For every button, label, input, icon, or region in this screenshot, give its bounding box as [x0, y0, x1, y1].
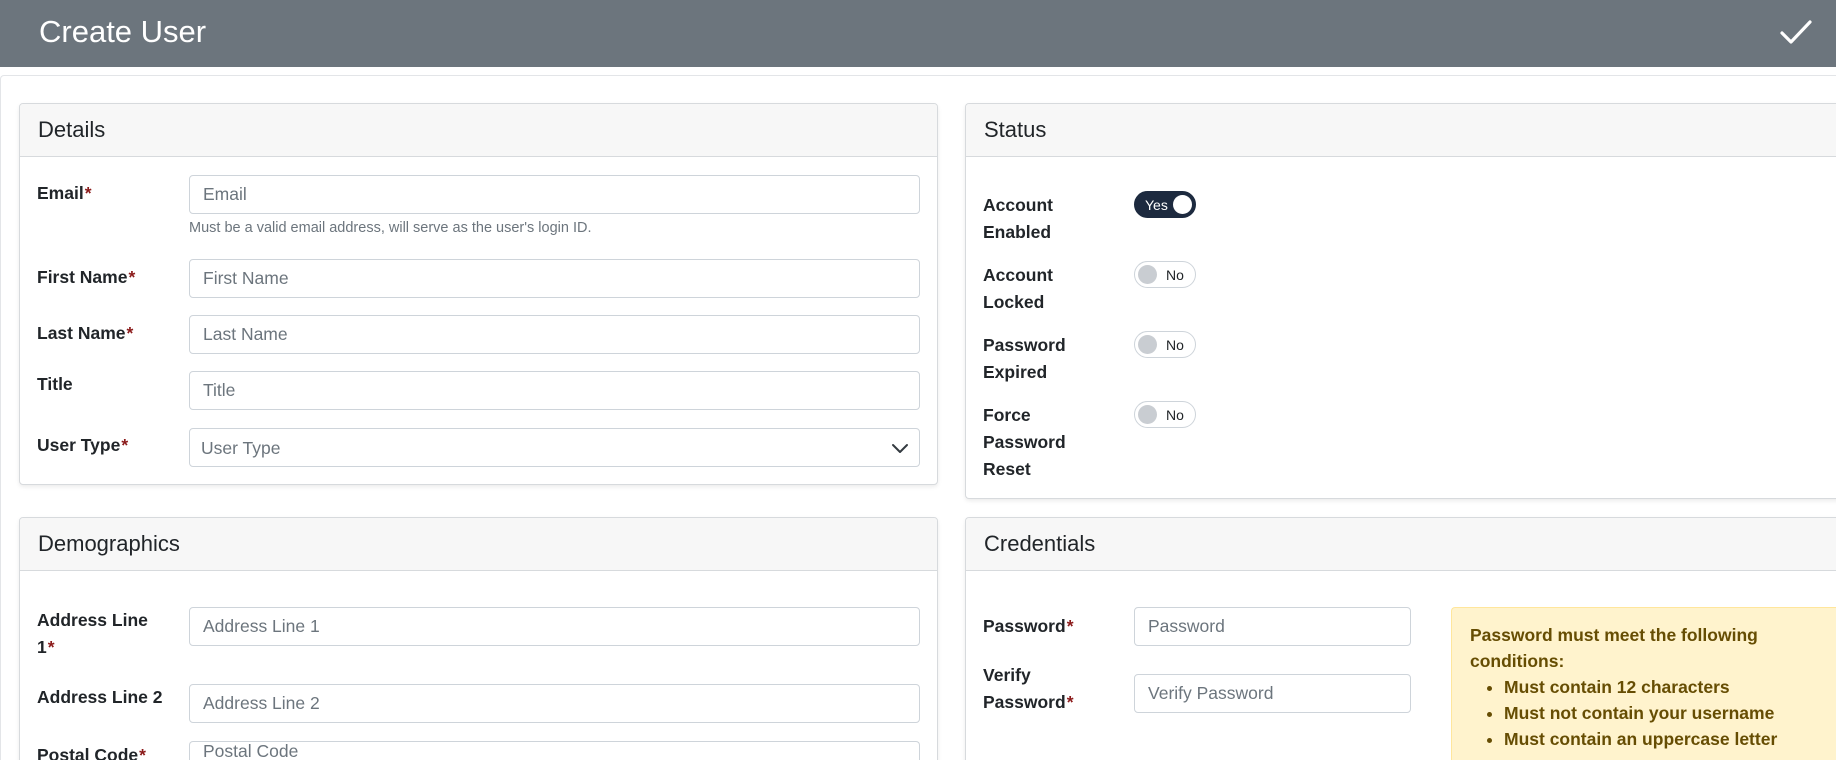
required-marker: *	[128, 267, 136, 287]
first-name-label-text: First Name	[37, 267, 128, 287]
user-type-label: User Type*	[37, 432, 128, 459]
last-name-label-text: Last Name	[37, 323, 126, 343]
required-marker: *	[47, 637, 55, 657]
postal-code-label-text: Postal Code	[37, 745, 139, 760]
postal-code-label: Postal Code*	[37, 742, 146, 760]
details-card-title: Details	[20, 104, 937, 157]
list-item: Must contain 12 characters	[1504, 674, 1828, 700]
page-title: Create User	[39, 14, 207, 49]
first-name-label: First Name*	[37, 264, 135, 291]
account-enabled-label-line1: Account	[983, 195, 1053, 215]
address-line-2-field[interactable]	[189, 684, 920, 723]
password-requirements-heading: Password must meet the following conditi…	[1470, 625, 1758, 671]
account-locked-label-line1: Account	[983, 265, 1053, 285]
address-line-1-field[interactable]	[189, 607, 920, 646]
verify-password-label-line1: Verify	[983, 665, 1031, 685]
toggle-knob	[1173, 195, 1192, 214]
required-marker: *	[121, 435, 129, 455]
password-requirements-list: Must contain 12 characters Must not cont…	[1504, 674, 1828, 752]
email-field[interactable]	[189, 175, 920, 214]
account-enabled-label-line2: Enabled	[983, 222, 1052, 242]
force-password-reset-toggle[interactable]: No	[1134, 401, 1196, 428]
page-header: Create User	[0, 0, 1836, 67]
verify-password-label-line2: Password	[983, 692, 1066, 712]
toggle-state-text: No	[1166, 337, 1184, 353]
first-name-field[interactable]	[189, 259, 920, 298]
password-field[interactable]	[1134, 607, 1411, 646]
status-card-title: Status	[966, 104, 1836, 157]
user-type-label-text: User Type	[37, 435, 121, 455]
account-enabled-toggle[interactable]: Yes	[1134, 191, 1196, 218]
save-button[interactable]	[1778, 14, 1814, 50]
address-line-1-label-line1: Address Line	[37, 610, 148, 630]
toggle-state-text: Yes	[1145, 197, 1168, 213]
verify-password-label: Verify Password*	[983, 662, 1074, 716]
required-marker: *	[1066, 692, 1074, 712]
password-expired-label: Password Expired	[983, 332, 1066, 386]
title-label: Title	[37, 374, 73, 394]
required-marker: *	[84, 183, 92, 203]
email-label: Email*	[37, 180, 92, 207]
address-line-2-label: Address Line 2	[37, 687, 163, 707]
email-help-text: Must be a valid email address, will serv…	[189, 220, 592, 236]
required-marker: *	[1066, 616, 1074, 636]
list-item: Must not contain your username	[1504, 700, 1828, 726]
toggle-state-text: No	[1166, 267, 1184, 283]
status-card: Status	[965, 103, 1836, 499]
account-enabled-label: Account Enabled	[983, 192, 1053, 246]
force-reset-label-line1: Force	[983, 405, 1031, 425]
password-label: Password*	[983, 613, 1074, 640]
account-locked-label: Account Locked	[983, 262, 1053, 316]
chevron-down-icon	[892, 444, 908, 453]
demographics-card-title: Demographics	[20, 518, 937, 571]
last-name-field[interactable]	[189, 315, 920, 354]
password-expired-label-line2: Expired	[983, 362, 1048, 382]
required-marker: *	[126, 323, 134, 343]
password-expired-label-line1: Password	[983, 335, 1066, 355]
password-requirements-alert: Password must meet the following conditi…	[1451, 607, 1836, 760]
postal-code-field[interactable]	[189, 741, 920, 760]
address-line-1-label: Address Line 1*	[37, 607, 148, 661]
password-expired-toggle[interactable]: No	[1134, 331, 1196, 358]
required-marker: *	[139, 745, 146, 760]
title-field[interactable]	[189, 371, 920, 410]
check-icon	[1780, 20, 1812, 44]
verify-password-field[interactable]	[1134, 674, 1411, 713]
toggle-knob	[1138, 405, 1157, 424]
email-label-text: Email	[37, 183, 84, 203]
list-item: Must contain an uppercase letter	[1504, 726, 1828, 752]
user-type-select[interactable]: User Type	[189, 428, 920, 467]
force-reset-label-line2: Password	[983, 432, 1066, 452]
user-type-select-value: User Type	[201, 438, 281, 458]
last-name-label: Last Name*	[37, 320, 133, 347]
toggle-state-text: No	[1166, 407, 1184, 423]
account-locked-toggle[interactable]: No	[1134, 261, 1196, 288]
address-line-1-label-line2: 1	[37, 637, 47, 657]
credentials-card-title: Credentials	[966, 518, 1836, 571]
account-locked-label-line2: Locked	[983, 292, 1045, 312]
force-password-reset-label: Force Password Reset	[983, 402, 1066, 483]
force-reset-label-line3: Reset	[983, 459, 1031, 479]
toggle-knob	[1138, 265, 1157, 284]
password-label-text: Password	[983, 616, 1066, 636]
toggle-knob	[1138, 335, 1157, 354]
